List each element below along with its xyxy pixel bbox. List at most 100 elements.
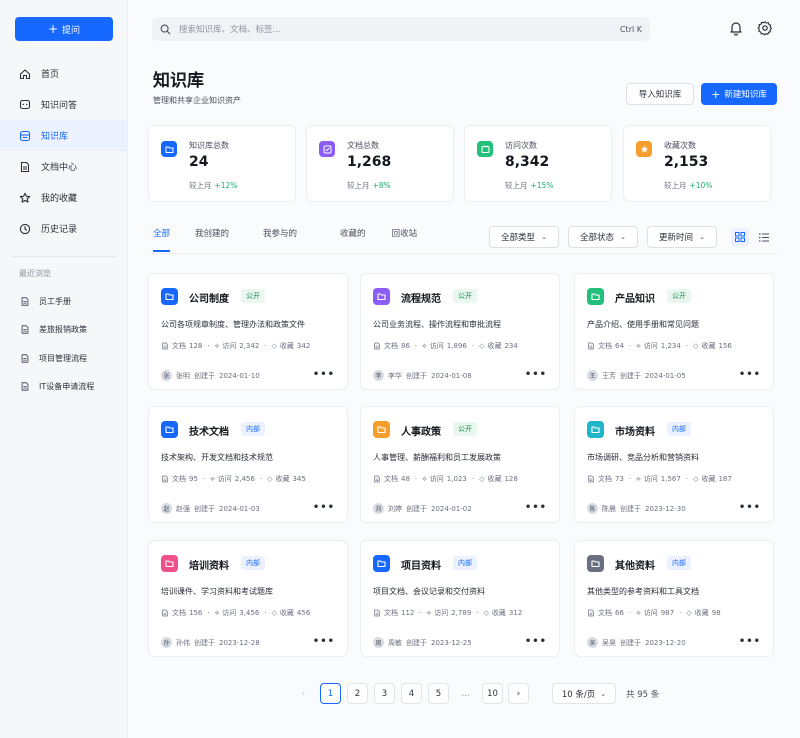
sidebar-item-label: 我的收藏 — [41, 194, 78, 204]
document-icon — [373, 475, 381, 483]
sidebar-item-1[interactable]: 知识问答 — [0, 89, 127, 120]
separator: · — [414, 475, 418, 483]
more-options-icon[interactable]: ••• — [739, 369, 761, 380]
ask-button[interactable]: + 提问 — [15, 17, 113, 41]
visits-count: 987 — [660, 609, 675, 617]
search-bar[interactable]: 搜索知识库、文档、标签... Ctrl K — [152, 17, 650, 41]
next-page-button[interactable]: › — [508, 683, 529, 704]
separator: · — [202, 475, 206, 483]
favs-label: 收藏 — [279, 342, 294, 350]
tab-3[interactable]: 收藏的 — [340, 227, 366, 252]
more-options-icon[interactable]: ••• — [313, 502, 335, 513]
stat-trend-label: 较上月 — [347, 181, 370, 190]
more-options-icon[interactable]: ••• — [313, 369, 335, 380]
ask-button-label: 提问 — [62, 25, 81, 36]
sidebar-item-5[interactable]: 历史记录 — [0, 213, 127, 244]
visits-count: 1,023 — [446, 475, 467, 483]
tab-0[interactable]: 全部 — [153, 227, 171, 252]
visits-label: 访问 — [643, 609, 658, 617]
card-footer: 周周敏 创建于 2023-12-25 — [373, 637, 472, 648]
search-input[interactable]: 搜索知识库、文档、标签... — [179, 23, 612, 35]
bell-icon[interactable] — [728, 20, 744, 36]
chevron-down-icon: ⌄ — [699, 233, 705, 241]
recent-item[interactable]: IT设备申请流程 — [0, 373, 127, 402]
recent-item[interactable]: 项目管理流程 — [0, 344, 127, 373]
grid-view-button[interactable] — [731, 228, 749, 246]
created-date: 2023-12-28 — [219, 638, 260, 647]
more-options-icon[interactable]: ••• — [525, 636, 547, 647]
list-view-button[interactable] — [755, 228, 773, 246]
visibility-badge: 公开 — [667, 289, 691, 303]
page-button[interactable]: 1 — [320, 683, 341, 704]
sidebar-item-0[interactable]: 首页 — [0, 58, 127, 89]
more-options-icon[interactable]: ••• — [525, 369, 547, 380]
author-name: 孙伟 — [176, 638, 190, 647]
status-filter-dropdown[interactable]: 全部状态 ⌄ — [568, 226, 638, 248]
card-title: 人事政策 — [401, 427, 441, 438]
knowledge-base-card[interactable]: 其他资料 内部 其他类型的参考资料和工具文档 文档 66 · ⟡ 访问 987 · ◇ 收藏 98 吴吴昊… — [574, 540, 774, 657]
sidebar-item-3[interactable]: 文档中心 — [0, 151, 127, 182]
gear-icon[interactable] — [757, 20, 773, 36]
prev-page-button[interactable]: ‹ — [293, 683, 314, 704]
new-knowledge-base-button[interactable]: + 新建知识库 — [701, 83, 777, 105]
docs-count: 73 — [615, 475, 624, 483]
document-icon — [20, 324, 30, 335]
knowledge-base-card[interactable]: 流程规范 公开 公司业务流程、操作流程和审批流程 文档 86 · ⟡ 访问 1,896 · ◇ 收藏 2… — [360, 273, 560, 390]
author-name: 吴昊 — [602, 638, 616, 647]
favs-label: 收藏 — [487, 342, 502, 350]
favs-label: 收藏 — [491, 609, 506, 617]
card-title: 其他资料 — [615, 561, 655, 572]
card-description: 人事管理、薪酬福利和员工发展政策 — [373, 453, 501, 462]
tab-2[interactable]: 我参与的 — [263, 227, 297, 252]
favs-label: 收藏 — [487, 475, 502, 483]
card-meta: 文档 95 · ⟡ 访问 2,456 · ◇ 收藏 345 — [161, 474, 306, 484]
created-label: 创建于 — [406, 638, 427, 647]
knowledge-base-card[interactable]: 培训资料 内部 培训课件、学习资料和考试题库 文档 156 · ⟡ 访问 3,456 · ◇ 收藏 45… — [148, 540, 348, 657]
page-size-select[interactable]: 10 条/页 ⌄ — [552, 683, 616, 704]
avatar: 王 — [587, 370, 598, 381]
page-button[interactable]: 4 — [401, 683, 422, 704]
separator: · — [419, 609, 422, 617]
knowledge-base-card[interactable]: 市场资料 内部 市场调研、竞品分析和营销资料 文档 73 · ⟡ 访问 1,567 · ◇ 收藏 187… — [574, 406, 774, 523]
sort-dropdown[interactable]: 更新时间 ⌄ — [647, 226, 717, 248]
separator: · — [207, 342, 210, 350]
more-options-icon[interactable]: ••• — [313, 636, 335, 647]
type-filter-dropdown[interactable]: 全部类型 ⌄ — [489, 226, 559, 248]
avatar: 吴 — [587, 637, 598, 648]
stat-card: 收藏次数 2,153 较上月 +10% — [623, 125, 771, 202]
visibility-badge: 公开 — [453, 422, 477, 436]
favs-label: 收藏 — [275, 475, 290, 483]
more-options-icon[interactable]: ••• — [739, 636, 761, 647]
recent-item[interactable]: 差旅报销政策 — [0, 316, 127, 345]
knowledge-base-card[interactable]: 人事政策 公开 人事管理、薪酬福利和员工发展政策 文档 48 · ⟡ 访问 1,023 · ◇ 收藏 1… — [360, 406, 560, 523]
more-options-icon[interactable]: ••• — [525, 502, 547, 513]
tab-4[interactable]: 回收站 — [392, 227, 418, 252]
card-description: 产品介绍、使用手册和常见问题 — [587, 320, 699, 329]
knowledge-base-card[interactable]: 项目资料 内部 项目文档、会议记录和交付资料 文档 112 · ⟡ 访问 2,789 · ◇ 收藏 31… — [360, 540, 560, 657]
more-options-icon[interactable]: ••• — [739, 502, 761, 513]
database-icon — [19, 130, 31, 142]
favorite-icon: ◇ — [686, 609, 692, 617]
import-knowledge-base-button[interactable]: 导入知识库 — [626, 83, 694, 105]
favs-label: 收藏 — [279, 609, 294, 617]
favorite-icon: ◇ — [479, 475, 485, 483]
page-button[interactable]: 5 — [428, 683, 449, 704]
knowledge-base-card[interactable]: 公司制度 公开 公司各项规章制度、管理办法和政策文件 文档 128 · ⟡ 访问 2,342 · ◇… — [148, 273, 348, 390]
knowledge-base-card[interactable]: 产品知识 公开 产品介绍、使用手册和常见问题 文档 64 · ⟡ 访问 1,234 · ◇ 收藏 156… — [574, 273, 774, 390]
page-button[interactable]: 10 — [482, 683, 503, 704]
sidebar-item-4[interactable]: 我的收藏 — [0, 182, 127, 213]
docs-label: 文档 — [598, 475, 612, 483]
knowledge-base-card[interactable]: 技术文档 内部 技术架构、开发文档和技术规范 文档 95 · ⟡ 访问 2,456 · ◇ 收藏 345… — [148, 406, 348, 523]
recent-item[interactable]: 员工手册 — [0, 287, 127, 316]
page-button[interactable]: 2 — [347, 683, 368, 704]
docs-label: 文档 — [172, 609, 186, 617]
stat-label: 知识库总数 — [189, 141, 229, 150]
search-icon — [160, 24, 171, 34]
card-description: 培训课件、学习资料和考试题库 — [161, 587, 273, 596]
sidebar-item-2[interactable]: 知识库 — [0, 120, 127, 151]
visibility-badge: 内部 — [667, 556, 691, 570]
tab-1[interactable]: 我创建的 — [195, 227, 229, 252]
visits-label: 访问 — [429, 475, 444, 483]
page-button[interactable]: 3 — [374, 683, 395, 704]
avatar: 张 — [161, 370, 172, 381]
